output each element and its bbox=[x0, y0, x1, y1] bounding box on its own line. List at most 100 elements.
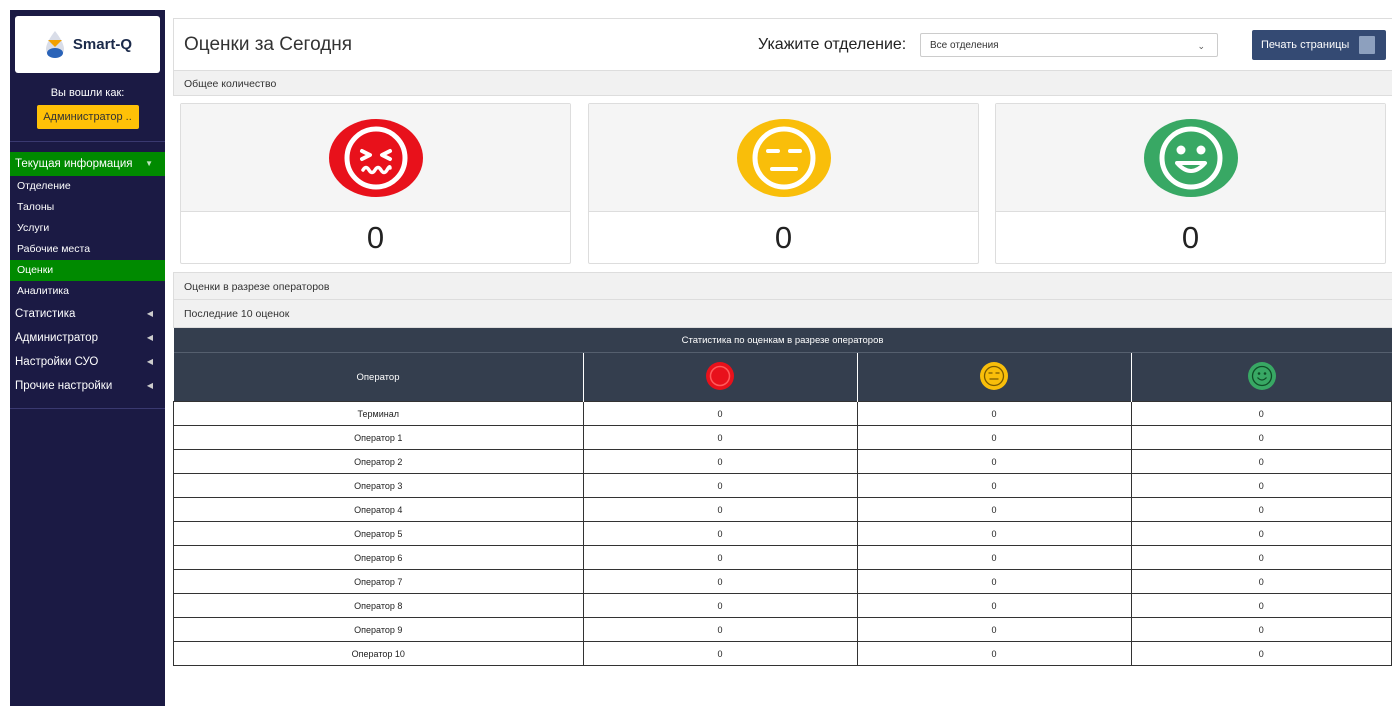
positive-count: 0 bbox=[1181, 220, 1200, 255]
table-row: Оператор 8 0 0 0 bbox=[173, 593, 1392, 618]
sidebar-item-administrator[interactable]: Администратор ◀ bbox=[10, 326, 165, 350]
smile-face-icon bbox=[1143, 119, 1238, 197]
sidebar-item-workplaces[interactable]: Рабочие места bbox=[10, 239, 165, 260]
caret-left-icon: ◀ bbox=[146, 333, 153, 342]
angry-face-icon bbox=[706, 361, 734, 390]
department-select[interactable]: Все отделения ⌄ bbox=[920, 33, 1218, 57]
negative-cell: 0 bbox=[582, 545, 858, 570]
operator-name-cell: Оператор 9 bbox=[173, 617, 584, 642]
negative-cell: 0 bbox=[582, 401, 858, 426]
sidebar-item-label: Администратор bbox=[15, 332, 98, 344]
negative-cell: 0 bbox=[582, 473, 858, 498]
logged-in-label: Вы вошли как: bbox=[50, 87, 125, 99]
smile-face-icon bbox=[1247, 361, 1276, 390]
operators-stats-table: Статистика по оценкам в разрезе оператор… bbox=[173, 328, 1392, 666]
table-caption-row: Статистика по оценкам в разрезе оператор… bbox=[173, 328, 1392, 353]
page-header: Оценки за Сегодня Укажите отделение: Все… bbox=[173, 18, 1392, 70]
neutral-cell: 0 bbox=[856, 593, 1132, 618]
sidebar-item-current-info[interactable]: Текущая информация ▼ bbox=[10, 152, 165, 176]
negative-cell: 0 bbox=[582, 569, 858, 594]
operator-name-cell: Терминал bbox=[173, 401, 584, 426]
sidebar-item-services[interactable]: Услуги bbox=[10, 218, 165, 239]
sidebar-item-suo-settings[interactable]: Настройки СУО ◀ bbox=[10, 350, 165, 374]
table-row: Оператор 4 0 0 0 bbox=[173, 497, 1392, 522]
neutral-cell: 0 bbox=[856, 521, 1132, 546]
negative-cell: 0 bbox=[582, 521, 858, 546]
sidebar-item-statistics[interactable]: Статистика ◀ bbox=[10, 302, 165, 326]
operator-name-cell: Оператор 5 bbox=[173, 521, 584, 546]
table-caption: Статистика по оценкам в разрезе оператор… bbox=[173, 328, 1392, 353]
logo[interactable]: Smart-Q bbox=[15, 16, 160, 73]
operator-name-cell: Оператор 6 bbox=[173, 545, 584, 570]
operators-section-title[interactable]: Оценки в разрезе операторов bbox=[173, 272, 1392, 300]
positive-cell: 0 bbox=[1130, 401, 1392, 426]
table-row: Оператор 3 0 0 0 bbox=[173, 473, 1392, 498]
positive-card: 0 bbox=[995, 103, 1386, 264]
user-button[interactable]: Администратор .. bbox=[36, 105, 139, 129]
caret-left-icon: ◀ bbox=[146, 381, 153, 390]
logo-text: Smart-Q bbox=[72, 36, 133, 53]
neutral-cell: 0 bbox=[856, 497, 1132, 522]
sidebar-item-label: Текущая информация bbox=[15, 158, 133, 170]
table-row: Оператор 2 0 0 0 bbox=[173, 449, 1392, 474]
summary-section-title: Общее количество bbox=[173, 70, 1392, 96]
sidebar-item-label: Прочие настройки bbox=[15, 380, 113, 392]
neutral-card: 0 bbox=[588, 103, 979, 264]
operator-column-header: Оператор bbox=[173, 352, 584, 402]
neutral-card-icon-area bbox=[589, 104, 978, 212]
positive-cell: 0 bbox=[1130, 569, 1392, 594]
neutral-cell: 0 bbox=[856, 425, 1132, 450]
positive-cell: 0 bbox=[1130, 521, 1392, 546]
sidebar-item-label: Настройки СУО bbox=[15, 356, 99, 368]
operator-name-cell: Оператор 4 bbox=[173, 497, 584, 522]
neutral-cell: 0 bbox=[856, 449, 1132, 474]
table-row: Терминал 0 0 0 bbox=[173, 401, 1392, 426]
operator-name-cell: Оператор 1 bbox=[173, 425, 584, 450]
positive-cell: 0 bbox=[1130, 425, 1392, 450]
neutral-column-header bbox=[857, 352, 1132, 402]
sidebar-item-department[interactable]: Отделение bbox=[10, 176, 165, 197]
print-button[interactable]: Печать страницы bbox=[1252, 30, 1386, 60]
sidebar-item-label: Статистика bbox=[15, 308, 76, 320]
negative-count: 0 bbox=[366, 220, 385, 255]
logo-icon bbox=[45, 30, 64, 58]
negative-column-header bbox=[583, 352, 858, 402]
neutral-cell: 0 bbox=[856, 545, 1132, 570]
department-select-value: Все отделения bbox=[930, 40, 999, 51]
sidebar-item-ratings[interactable]: Оценки bbox=[10, 260, 165, 281]
page-title: Оценки за Сегодня bbox=[184, 34, 353, 55]
table-row: Оператор 6 0 0 0 bbox=[173, 545, 1392, 570]
neutral-face-icon bbox=[980, 361, 1008, 390]
negative-card: 0 bbox=[180, 103, 571, 264]
printer-icon bbox=[1359, 36, 1375, 54]
angry-face-icon bbox=[328, 119, 423, 197]
table-row: Оператор 9 0 0 0 bbox=[173, 617, 1392, 642]
positive-cell: 0 bbox=[1130, 497, 1392, 522]
table-row: Оператор 10 0 0 0 bbox=[173, 641, 1392, 666]
sidebar-divider bbox=[10, 408, 165, 409]
main-content: Оценки за Сегодня Укажите отделение: Все… bbox=[173, 18, 1392, 706]
table-row: Оператор 1 0 0 0 bbox=[173, 425, 1392, 450]
caret-down-icon: ▼ bbox=[145, 159, 153, 168]
negative-cell: 0 bbox=[582, 497, 858, 522]
chevron-down-icon: ⌄ bbox=[1197, 41, 1205, 51]
department-label: Укажите отделение: bbox=[758, 36, 907, 53]
positive-column-header bbox=[1131, 352, 1392, 402]
neutral-count: 0 bbox=[774, 220, 793, 255]
positive-cell: 0 bbox=[1130, 545, 1392, 570]
neutral-cell: 0 bbox=[856, 641, 1132, 666]
negative-cell: 0 bbox=[582, 449, 858, 474]
negative-cell: 0 bbox=[582, 425, 858, 450]
last-ten-section-title[interactable]: Последние 10 оценок bbox=[173, 300, 1392, 328]
sidebar-item-tickets[interactable]: Талоны bbox=[10, 197, 165, 218]
positive-cell: 0 bbox=[1130, 617, 1392, 642]
neutral-cell: 0 bbox=[856, 617, 1132, 642]
operator-name-cell: Оператор 10 bbox=[173, 641, 584, 666]
print-button-label: Печать страницы bbox=[1261, 39, 1350, 51]
neutral-cell: 0 bbox=[856, 401, 1132, 426]
summary-cards: 0 0 0 bbox=[173, 96, 1392, 272]
neutral-face-icon bbox=[736, 119, 831, 197]
sidebar-item-other-settings[interactable]: Прочие настройки ◀ bbox=[10, 374, 165, 398]
table-row: Оператор 7 0 0 0 bbox=[173, 569, 1392, 594]
sidebar-item-analytics[interactable]: Аналитика bbox=[10, 281, 165, 302]
